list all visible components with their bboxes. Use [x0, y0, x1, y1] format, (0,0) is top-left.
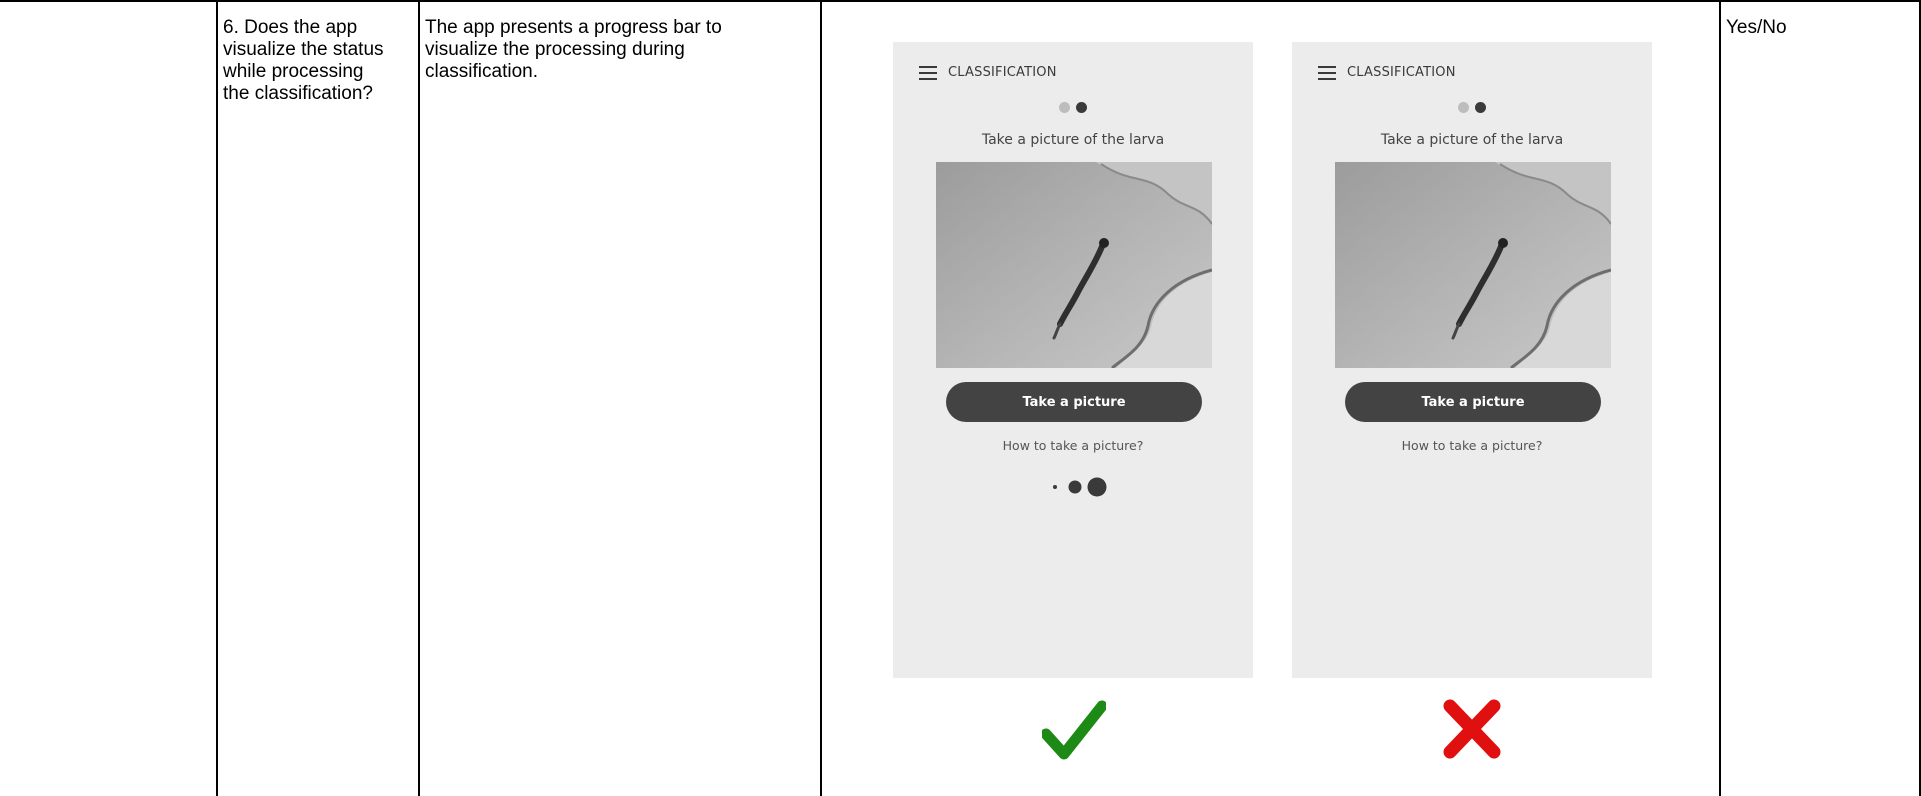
hamburger-menu-icon	[1318, 66, 1336, 80]
app-title: CLASSIFICATION	[1347, 65, 1456, 80]
table-col-border-2	[418, 0, 420, 796]
instruction-text: Take a picture of the larva	[1380, 132, 1564, 148]
description-line: visualize the processing during	[425, 39, 685, 60]
table-col-border-4	[1719, 0, 1721, 796]
table-col-border-3	[820, 0, 822, 796]
how-to-take-picture-link[interactable]: How to take a picture?	[893, 438, 1253, 453]
larva-photo	[936, 162, 1212, 368]
check-icon	[1042, 700, 1106, 760]
criterion-line: 6. Does the app	[223, 17, 358, 38]
larva-photo	[1335, 162, 1611, 368]
criterion-line: the classification?	[223, 83, 373, 104]
loading-progress-indicator	[1053, 477, 1107, 497]
step-dot-inactive	[1059, 102, 1070, 113]
app-title: CLASSIFICATION	[948, 65, 1057, 80]
mockup-without-progress: CLASSIFICATION Take a picture of the lar…	[1292, 42, 1652, 678]
step-indicator	[1059, 102, 1087, 113]
criterion-cell: 6. Does the app visualize the status whi…	[223, 17, 415, 105]
criterion-line: visualize the status	[223, 39, 384, 60]
loading-dot-medium	[1068, 480, 1082, 494]
how-to-take-picture-link[interactable]: How to take a picture?	[1292, 438, 1652, 453]
hamburger-menu-icon	[919, 66, 937, 80]
table-col-border-1	[216, 0, 218, 796]
cross-icon	[1443, 699, 1501, 759]
description-line: The app presents a progress bar to	[425, 17, 722, 38]
step-indicator	[1458, 102, 1486, 113]
answer-cell: Yes/No	[1726, 17, 1787, 38]
description-line: classification.	[425, 61, 538, 82]
take-picture-button[interactable]: Take a picture	[1345, 382, 1601, 422]
step-dot-inactive	[1458, 102, 1469, 113]
description-cell: The app presents a progress bar to visua…	[425, 17, 817, 83]
step-dot-active	[1076, 102, 1087, 113]
mockup-with-progress: CLASSIFICATION Take a picture of the lar…	[893, 42, 1253, 678]
step-dot-active	[1475, 102, 1486, 113]
loading-dot-large	[1087, 477, 1107, 497]
criterion-line: while processing	[223, 61, 364, 82]
loading-dot-small	[1053, 485, 1057, 489]
table-top-border	[0, 0, 1921, 2]
take-picture-button[interactable]: Take a picture	[946, 382, 1202, 422]
instruction-text: Take a picture of the larva	[981, 132, 1165, 148]
